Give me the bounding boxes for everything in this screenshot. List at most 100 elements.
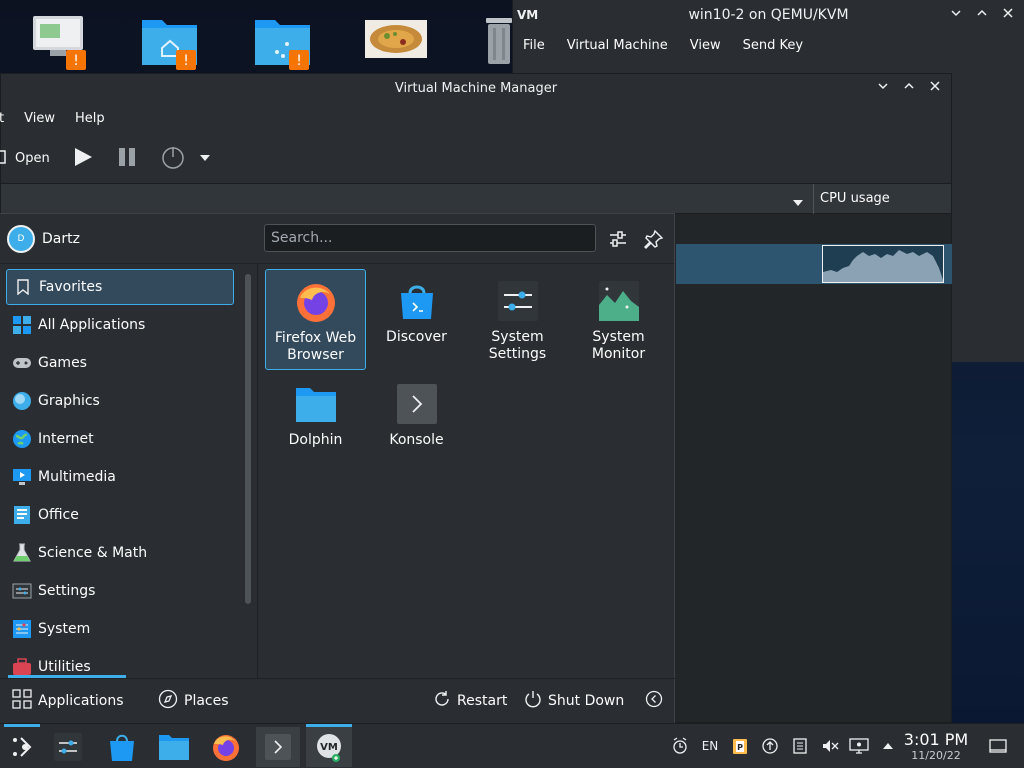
vm-console-title: win10-2 on QEMU/KVM bbox=[688, 7, 849, 23]
close-icon[interactable] bbox=[1002, 7, 1014, 23]
app-label: System Settings bbox=[488, 329, 547, 362]
compass-icon bbox=[158, 689, 178, 713]
category-favorites[interactable]: Favorites bbox=[6, 269, 234, 305]
trash-icon[interactable] bbox=[484, 14, 514, 66]
app-firefox[interactable]: Firefox Web Browser bbox=[265, 269, 366, 370]
application-launcher: D Dartz Search... Favorites All Applicat… bbox=[0, 213, 675, 723]
category-label: Settings bbox=[38, 583, 96, 599]
vmm-titlebar[interactable]: Virtual Machine Manager bbox=[1, 74, 951, 102]
restart-button[interactable]: Restart bbox=[433, 690, 507, 712]
category-label: Favorites bbox=[39, 279, 103, 295]
notes-icon[interactable] bbox=[790, 736, 810, 756]
settings-icon bbox=[12, 581, 32, 601]
category-multimedia[interactable]: Multimedia bbox=[6, 459, 234, 495]
menu-help[interactable]: Help bbox=[75, 111, 105, 126]
app-system-settings[interactable]: System Settings bbox=[467, 269, 568, 370]
vmm-column-header: CPU usage bbox=[1, 184, 951, 214]
volume-muted-icon[interactable] bbox=[820, 736, 840, 756]
monitor-icon bbox=[12, 467, 32, 487]
leave-more-button[interactable] bbox=[645, 690, 663, 712]
app-label: Firefox Web Browser bbox=[274, 330, 357, 363]
pin-icon[interactable] bbox=[644, 229, 664, 253]
category-label: Multimedia bbox=[38, 469, 116, 485]
home-folder-icon[interactable]: ! bbox=[140, 10, 200, 70]
category-graphics[interactable]: Graphics bbox=[6, 383, 234, 419]
network-folder-icon[interactable]: ! bbox=[253, 10, 313, 70]
close-icon[interactable] bbox=[929, 80, 941, 96]
konsole-taskbar-icon[interactable] bbox=[256, 727, 300, 767]
virt-manager-logo-icon: VM bbox=[517, 7, 539, 24]
graphics-icon bbox=[12, 391, 32, 411]
menu-send-key[interactable]: Send Key bbox=[743, 38, 803, 53]
shutdown-button[interactable]: Shut Down bbox=[524, 690, 624, 712]
vm-console-titlebar[interactable]: VM win10-2 on QEMU/KVM bbox=[513, 0, 1024, 30]
cpu-usage-column[interactable]: CPU usage bbox=[813, 184, 952, 214]
vm-row-selected[interactable] bbox=[676, 244, 952, 284]
places-tab[interactable]: Places bbox=[158, 689, 229, 713]
category-label: Office bbox=[38, 507, 79, 523]
filter-settings-icon[interactable] bbox=[608, 229, 628, 253]
category-all-applications[interactable]: All Applications bbox=[6, 307, 234, 343]
svg-text:!: ! bbox=[183, 53, 189, 69]
category-system[interactable]: System bbox=[6, 611, 234, 647]
menu-edit[interactable]: t bbox=[0, 111, 4, 126]
system-icon bbox=[12, 619, 32, 639]
update-icon[interactable] bbox=[760, 736, 780, 756]
menu-file[interactable]: File bbox=[523, 38, 545, 53]
search-input[interactable]: Search... bbox=[264, 224, 596, 252]
firefox-taskbar-icon[interactable] bbox=[206, 727, 246, 767]
keyboard-layout-indicator[interactable]: EN bbox=[699, 736, 721, 756]
maximize-icon[interactable] bbox=[903, 80, 915, 96]
flask-icon bbox=[12, 543, 32, 563]
app-dolphin[interactable]: Dolphin bbox=[265, 372, 366, 473]
svg-text:P: P bbox=[737, 743, 743, 752]
run-button[interactable] bbox=[72, 146, 94, 172]
clipboard-icon[interactable]: P bbox=[730, 736, 750, 756]
settings-taskbar-icon[interactable] bbox=[48, 727, 88, 767]
svg-text:VM: VM bbox=[517, 8, 538, 21]
applications-tab-indicator bbox=[8, 675, 126, 678]
category-science-math[interactable]: Science & Math bbox=[6, 535, 234, 571]
applications-tab[interactable]: Applications bbox=[12, 689, 124, 713]
maximize-icon[interactable] bbox=[976, 7, 988, 23]
applications-label: Applications bbox=[38, 693, 124, 709]
shutdown-vm-button[interactable] bbox=[160, 144, 186, 174]
category-games[interactable]: Games bbox=[6, 345, 234, 381]
category-settings[interactable]: Settings bbox=[6, 573, 234, 609]
show-desktop-icon[interactable] bbox=[988, 736, 1008, 756]
minimize-icon[interactable] bbox=[950, 7, 962, 23]
shutdown-dropdown-icon[interactable] bbox=[199, 151, 210, 166]
app-system-monitor[interactable]: System Monitor bbox=[568, 269, 669, 370]
menu-virtual-machine[interactable]: Virtual Machine bbox=[567, 38, 668, 53]
restart-icon bbox=[433, 690, 451, 712]
app-discover[interactable]: Discover bbox=[366, 269, 467, 370]
category-list: Favorites All Applications Games Graphic… bbox=[0, 264, 258, 679]
discover-taskbar-icon[interactable] bbox=[102, 727, 142, 767]
category-scrollbar[interactable] bbox=[245, 274, 251, 604]
column-dropdown-icon[interactable] bbox=[793, 195, 803, 211]
places-label: Places bbox=[184, 693, 229, 709]
open-button[interactable]: Open bbox=[0, 149, 50, 169]
cpu-usage-graph bbox=[822, 245, 944, 283]
app-konsole[interactable]: Konsole bbox=[366, 372, 467, 473]
tray-expand-icon[interactable] bbox=[878, 736, 898, 756]
chevron-left-circle-icon bbox=[645, 690, 663, 712]
minimize-icon[interactable] bbox=[877, 80, 889, 96]
vm-console-menubar: File Virtual Machine View Send Key bbox=[513, 30, 1024, 60]
app-launcher-icon[interactable] bbox=[2, 724, 42, 767]
display-icon[interactable] bbox=[849, 736, 869, 756]
food-image-icon[interactable] bbox=[365, 20, 427, 58]
grid-icon bbox=[12, 689, 32, 713]
category-internet[interactable]: Internet bbox=[6, 421, 234, 457]
category-office[interactable]: Office bbox=[6, 497, 234, 533]
category-label: Utilities bbox=[38, 659, 91, 675]
menu-view[interactable]: View bbox=[690, 38, 721, 53]
avatar[interactable]: D bbox=[7, 224, 35, 253]
virt-manager-taskbar-icon[interactable]: VM bbox=[306, 724, 352, 767]
computer-icon[interactable]: ! bbox=[30, 10, 90, 70]
pause-button[interactable] bbox=[116, 146, 138, 172]
clock[interactable]: 3:01 PM 11/20/22 bbox=[900, 730, 972, 762]
dolphin-taskbar-icon[interactable] bbox=[154, 727, 194, 767]
alarm-clock-icon[interactable] bbox=[670, 736, 690, 756]
menu-view[interactable]: View bbox=[24, 111, 55, 126]
